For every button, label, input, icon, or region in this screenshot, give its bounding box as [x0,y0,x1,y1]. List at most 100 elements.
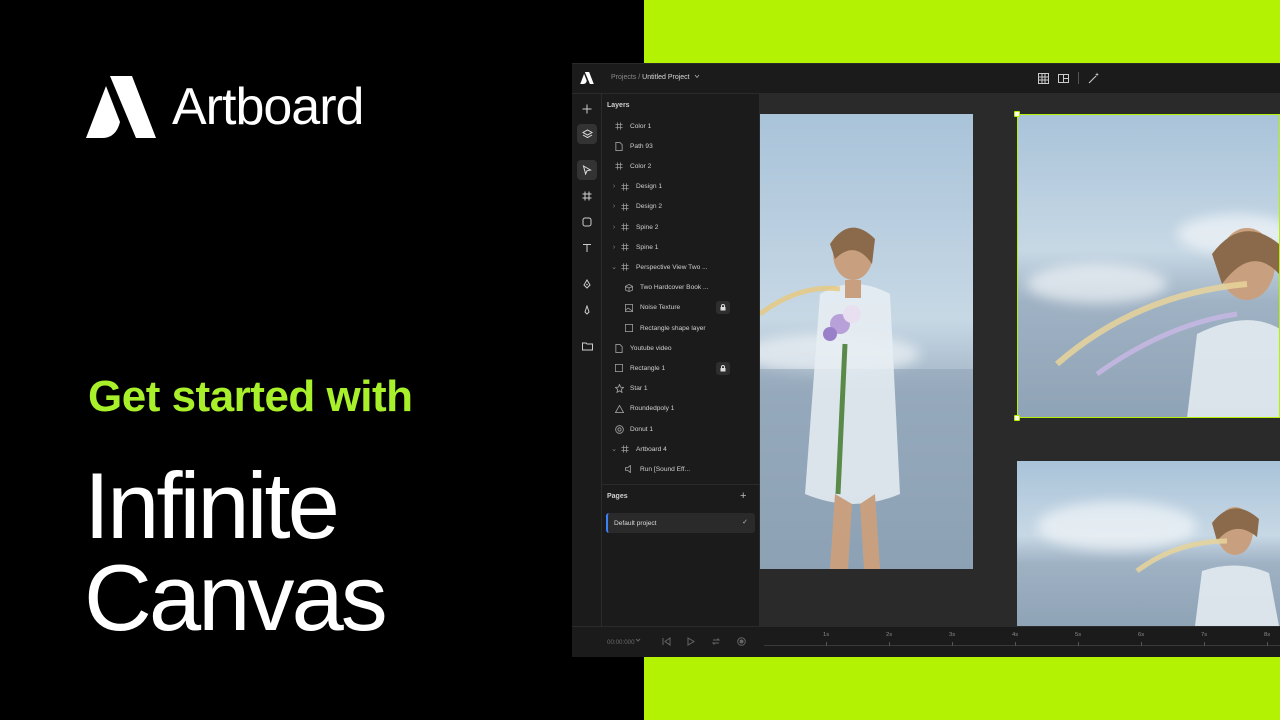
layer-row[interactable]: ⌄ Artboard 4 [610,439,667,459]
layer-row[interactable]: Color 2 [614,156,651,176]
play-icon[interactable] [686,637,695,646]
record-icon[interactable] [737,637,746,646]
star-icon [614,384,624,394]
pointer-tool[interactable] [577,160,597,180]
artboard-logo-icon [86,76,156,138]
shape-icon [582,217,592,227]
brand-name: Artboard [172,78,364,136]
triangle-icon [614,404,624,414]
timeline: 00:00:000 1s 2s 3s 4s 5s 6s 7s 8s [572,626,1280,657]
layer-row[interactable]: › Spine 1 [610,237,658,257]
pointer-icon [582,165,592,175]
layer-row[interactable]: › Design 2 [610,197,662,217]
canvas[interactable] [760,94,1280,626]
resize-handle[interactable] [1014,111,1020,117]
timeline-tick [1015,642,1016,646]
chevron-down-icon[interactable] [694,74,700,79]
chevron-right-icon[interactable]: › [610,203,618,210]
pen-tool[interactable] [577,274,597,294]
layer-row[interactable]: Noise Texture [624,298,680,318]
app-logo-icon[interactable] [580,72,594,84]
layer-row[interactable]: Roundedpoly 1 [614,399,674,419]
add-icon [582,104,592,114]
add-page-button[interactable]: + [740,490,746,502]
frame-icon [620,242,630,252]
shape-tool[interactable] [577,212,597,232]
canvas-image-3[interactable] [1017,461,1280,626]
layer-row[interactable]: › Spine 2 [610,217,658,237]
timeline-tick-label: 5s [1075,632,1082,638]
layer-label: Path 93 [630,142,653,150]
loop-icon[interactable] [711,637,721,646]
layers-panel: Layers Color 1 Path 93 Color 2 › Design 1 › De… [602,94,760,626]
add-button[interactable] [577,99,597,119]
resize-handle[interactable] [1014,415,1020,421]
rect-icon [614,363,624,373]
page-item[interactable]: Default project ✓ [606,513,755,533]
cube-icon [624,283,634,293]
grid-icon[interactable] [1038,72,1049,84]
timeline-tick [1267,642,1268,646]
brand-lockup: Artboard [86,76,364,138]
lock-icon[interactable] [716,361,730,375]
layer-label: Artboard 4 [636,445,667,453]
breadcrumb-root[interactable]: Projects [611,74,636,81]
layer-row[interactable]: Star 1 [614,379,648,399]
chevron-right-icon[interactable]: › [610,224,618,231]
lock-icon[interactable] [716,301,730,315]
file-icon [614,343,624,353]
timeline-tick-label: 4s [1012,632,1019,638]
frame-tool[interactable] [577,186,597,206]
layer-row[interactable]: Donut 1 [614,419,653,439]
text-icon [583,244,591,252]
chevron-right-icon[interactable]: › [610,244,618,251]
donut-icon [614,424,624,434]
layers-tool[interactable] [577,124,597,144]
skip-back-icon[interactable] [662,637,671,646]
chevron-down-icon[interactable]: ⌄ [610,445,618,453]
canvas-image-1[interactable] [760,114,973,569]
layer-row[interactable]: Run [Sound Eff... [624,459,690,479]
timeline-tick-label: 7s [1201,632,1208,638]
layer-row[interactable]: › Design 1 [610,177,662,197]
assets-tool[interactable] [577,336,597,356]
text-tool[interactable] [577,238,597,258]
timeline-tick-label: 2s [886,632,893,638]
tool-rail [572,94,602,657]
layer-row[interactable]: Rectangle 1 [614,358,665,378]
layer-label: Star 1 [630,385,648,393]
image-icon [624,303,634,313]
timeline-ruler[interactable]: 1s 2s 3s 4s 5s 6s 7s 8s [760,631,1280,655]
timeline-tick [952,642,953,646]
layer-label: Color 2 [630,162,652,170]
layer-label: Spine 1 [636,243,659,251]
frame-icon [614,161,624,171]
timeline-tick [889,642,890,646]
chevron-down-icon[interactable] [635,637,641,643]
toolbar-separator [1078,72,1079,84]
app-window: Projects / Untitled Project Layers Color… [572,63,1280,657]
layer-label: Perspective View Two ... [636,263,708,271]
layers-title: Layers [607,102,630,109]
breadcrumb-current[interactable]: Untitled Project [642,74,689,81]
magic-wand-icon[interactable] [1088,72,1100,84]
layer-row[interactable]: Youtube video [614,338,672,358]
layer-row[interactable]: Rectangle shape layer [624,318,706,338]
layer-label: Rectangle shape layer [640,324,706,332]
timeline-tick [826,642,827,646]
frame-icon [620,222,630,232]
pen-icon [583,279,591,289]
frame-icon [620,182,630,192]
chevron-down-icon[interactable]: ⌄ [610,263,618,271]
layer-row[interactable]: ⌄ Perspective View Two ... [610,257,708,277]
layer-row[interactable]: Color 1 [614,116,651,136]
layer-label: Noise Texture [640,304,681,312]
layer-row[interactable]: Two Hardcover Book ... [624,278,709,298]
layer-row[interactable]: Path 93 [614,136,653,156]
brush-tool[interactable] [577,300,597,320]
layout-icon[interactable] [1058,73,1069,84]
audio-icon [624,464,634,474]
layer-label: Donut 1 [630,425,654,433]
folder-icon [581,342,593,351]
chevron-right-icon[interactable]: › [610,183,618,190]
